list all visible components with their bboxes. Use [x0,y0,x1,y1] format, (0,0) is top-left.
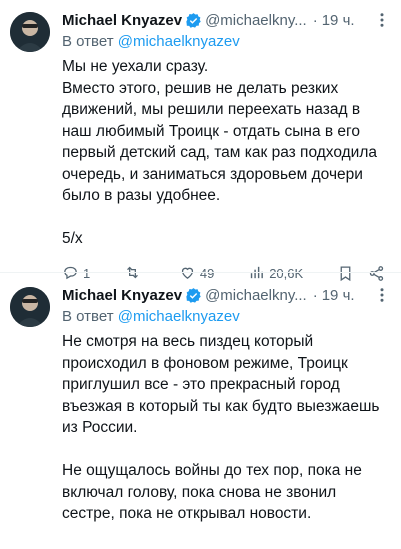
tweet-header: Michael Knyazev @michaelkny... · 19 ч. [62,285,391,305]
reply-mention-link[interactable]: @michaelknyazev [118,308,240,325]
avatar[interactable] [10,12,50,52]
verified-badge-icon [185,287,202,304]
tweet[interactable]: Michael Knyazev @michaelkny... · 19 ч. В… [0,272,401,549]
tweet-text: Не смотря на весь пиздец который происхо… [62,331,391,525]
tweet-paragraph: Не смотря на весь пиздец который происхо… [62,333,380,436]
tweet-paragraph: Не ощущалось войны до тех пор, пока не в… [62,462,362,522]
reply-context: В ответ @michaelknyazev [62,32,391,52]
tweet-header: Michael Knyazev @michaelkny... · 19 ч. [62,10,391,30]
tweet-paragraph: Мы не уехали сразу. Вместо этого, решив … [62,58,377,204]
author-name[interactable]: Michael Knyazev [62,12,182,29]
separator-dot: · [312,11,318,29]
reply-mention-link[interactable]: @michaelknyazev [118,33,240,50]
tweet-paragraph: 5/х [62,230,83,247]
reply-context: В ответ @michaelknyazev [62,307,391,327]
timestamp[interactable]: 19 ч. [322,12,355,29]
reply-prefix: В ответ [62,33,114,50]
separator-dot: · [312,286,318,304]
more-dots-icon[interactable] [373,11,391,29]
more-dots-icon[interactable] [373,286,391,304]
reply-prefix: В ответ [62,308,114,325]
avatar[interactable] [10,287,50,327]
author-handle[interactable]: @michaelkny... [205,12,307,29]
tweet[interactable]: Michael Knyazev @michaelkny... · 19 ч. В… [0,0,401,282]
verified-badge-icon [185,12,202,29]
tweet-text: Мы не уехали сразу. Вместо этого, решив … [62,56,391,250]
author-handle[interactable]: @michaelkny... [205,287,307,304]
author-name[interactable]: Michael Knyazev [62,287,182,304]
timestamp[interactable]: 19 ч. [322,287,355,304]
